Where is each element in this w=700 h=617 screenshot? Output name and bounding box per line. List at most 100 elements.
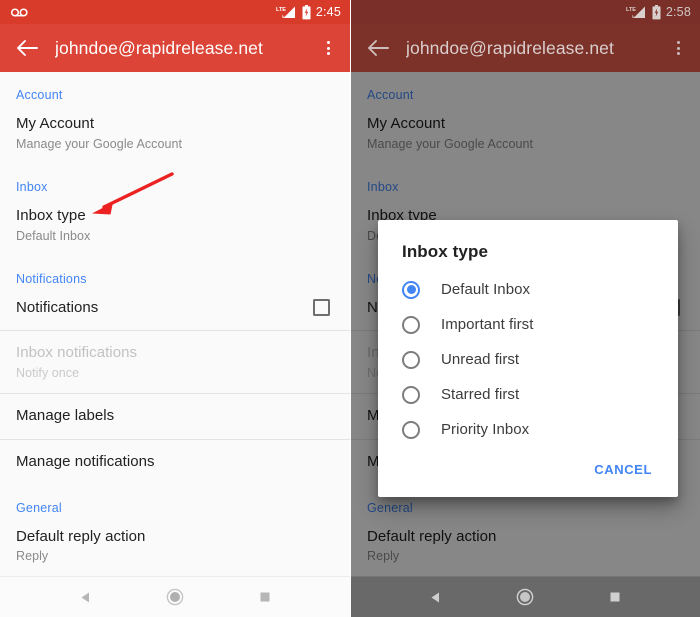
left-phone-screen: LTE 2:45 johndoe@rapidrelease.net Accoun… — [0, 0, 350, 617]
settings-row-inbox-type[interactable]: Inbox type Default Inbox — [0, 194, 350, 256]
svg-text:LTE: LTE — [626, 7, 636, 13]
app-bar-title: johndoe@rapidrelease.net — [406, 37, 614, 58]
overflow-menu-button[interactable] — [312, 30, 344, 66]
right-phone-screen: LTE 2:58 johndoe@rapidrelease.net Accoun… — [350, 0, 700, 617]
nav-back-triangle-icon — [431, 592, 440, 602]
radio-button-selected-icon[interactable] — [402, 280, 420, 299]
row-subtitle: Reply — [16, 549, 49, 564]
signal-bars-icon: LTE — [276, 6, 295, 18]
row-title: Default reply action — [367, 527, 497, 545]
left-navigation-bar — [0, 576, 350, 617]
back-button[interactable] — [12, 33, 42, 63]
nav-home-button[interactable] — [505, 577, 545, 617]
dialog-option-priority-inbox[interactable]: Priority Inbox — [378, 412, 678, 447]
dialog-option-label: Important first — [441, 316, 534, 333]
row-texts: Inbox type Default Inbox — [16, 207, 334, 243]
radio-button-icon[interactable] — [402, 420, 420, 439]
nav-back-button[interactable] — [416, 577, 456, 617]
row-subtitle: Manage your Google Account — [367, 136, 533, 151]
svg-text:LTE: LTE — [276, 7, 286, 13]
nav-home-circle-icon — [166, 588, 184, 606]
nav-recents-square-icon — [260, 592, 270, 602]
arrow-back-icon — [368, 40, 389, 56]
more-vert-icon — [326, 52, 330, 55]
row-subtitle: Reply — [367, 549, 400, 564]
row-title: My Account — [367, 115, 446, 132]
row-texts: Manage labels — [16, 407, 334, 426]
row-title: My Account — [16, 115, 95, 132]
battery-charging-icon — [652, 4, 661, 19]
overflow-menu-button[interactable] — [662, 30, 694, 66]
settings-row-my-account[interactable]: My Account Manage your Google Account — [0, 102, 350, 164]
signal-bars-icon: LTE — [626, 6, 645, 18]
nav-home-circle-icon — [517, 588, 534, 606]
dialog-action-bar: CANCEL — [378, 447, 678, 491]
dialog-option-unread-first[interactable]: Unread first — [378, 342, 678, 377]
right-status-bar: LTE 2:58 — [351, 0, 700, 24]
settings-row-manage-notifications[interactable]: Manage notifications — [0, 440, 350, 485]
notifications-checkbox[interactable] — [313, 299, 330, 317]
settings-row-inbox-notifications: Inbox notifications Notify once — [0, 331, 350, 393]
dialog-title: Inbox type — [402, 242, 489, 261]
dialog-option-label: Priority Inbox — [441, 421, 530, 438]
status-bar-clock: 2:58 — [665, 4, 691, 19]
nav-back-button[interactable] — [65, 577, 105, 617]
row-texts: Default reply action Reply — [16, 528, 334, 564]
dialog-option-starred-first[interactable]: Starred first — [378, 377, 678, 412]
more-vert-icon — [676, 52, 680, 55]
row-title: Notifications — [16, 298, 99, 316]
status-bar-right-icons: LTE 2:58 — [626, 4, 691, 20]
row-texts: My Account Manage your Google Account — [16, 115, 334, 151]
settings-row-default-reply-action: Default reply action Reply — [351, 515, 700, 577]
inbox-type-dialog: Inbox type Default Inbox Important first… — [378, 220, 678, 497]
settings-row-notifications[interactable]: Notifications — [0, 286, 350, 331]
settings-row-my-account: My Account Manage your Google Account — [351, 102, 700, 164]
app-bar-title: johndoe@rapidrelease.net — [55, 37, 263, 58]
settings-row-default-reply-action[interactable]: Default reply action Reply — [0, 515, 350, 577]
dialog-option-default-inbox[interactable]: Default Inbox — [378, 272, 678, 307]
right-settings-list: Account My Account Manage your Google Ac… — [351, 72, 700, 576]
row-texts: Notifications — [16, 299, 313, 318]
nav-home-button[interactable] — [155, 577, 195, 617]
status-bar-clock: 2:45 — [315, 4, 341, 19]
more-vert-icon — [326, 46, 330, 50]
voicemail-icon — [11, 7, 28, 17]
row-title: Manage notifications — [16, 452, 155, 470]
section-header-inbox: Inbox — [367, 179, 399, 194]
row-texts: Inbox notifications Notify once — [16, 344, 334, 380]
settings-row-manage-labels[interactable]: Manage labels — [0, 394, 350, 439]
nav-recents-button[interactable] — [245, 577, 285, 617]
nav-recents-button[interactable] — [595, 577, 635, 617]
row-title: Default reply action — [16, 527, 146, 545]
more-vert-icon — [326, 41, 330, 44]
dialog-option-label: Default Inbox — [441, 281, 531, 298]
section-header-account: Account — [16, 88, 63, 102]
right-navigation-bar — [351, 576, 700, 617]
left-settings-list: Account My Account Manage your Google Ac… — [0, 72, 350, 576]
cancel-button[interactable]: CANCEL — [586, 456, 660, 483]
nav-back-triangle-icon — [81, 592, 89, 602]
left-status-bar: LTE 2:45 — [0, 0, 350, 24]
row-title: Inbox type — [16, 206, 86, 224]
dialog-option-label: Unread first — [441, 351, 520, 368]
row-title: Manage labels — [16, 407, 115, 424]
radio-button-icon[interactable] — [402, 350, 420, 369]
section-header-general: General — [16, 500, 62, 515]
dialog-option-important-first[interactable]: Important first — [378, 307, 678, 342]
left-app-bar: johndoe@rapidrelease.net — [0, 24, 350, 72]
row-subtitle: Default Inbox — [16, 228, 91, 243]
row-subtitle: Notify once — [16, 366, 80, 380]
row-subtitle: Manage your Google Account — [16, 136, 182, 151]
radio-button-icon[interactable] — [402, 315, 420, 334]
section-header-account: Account — [367, 88, 414, 102]
arrow-back-icon — [17, 40, 38, 56]
more-vert-icon — [676, 41, 680, 44]
screenshot-stage: LTE 2:45 johndoe@rapidrelease.net Accoun… — [0, 0, 700, 617]
status-bar-left-icons — [11, 7, 276, 18]
section-header-notifications: Notifications — [16, 271, 87, 286]
right-app-bar: johndoe@rapidrelease.net — [351, 24, 700, 72]
row-title: Inbox notifications — [16, 344, 138, 362]
row-texts: Default reply action Reply — [367, 528, 684, 564]
back-button[interactable] — [363, 33, 393, 63]
radio-button-icon[interactable] — [402, 385, 420, 404]
